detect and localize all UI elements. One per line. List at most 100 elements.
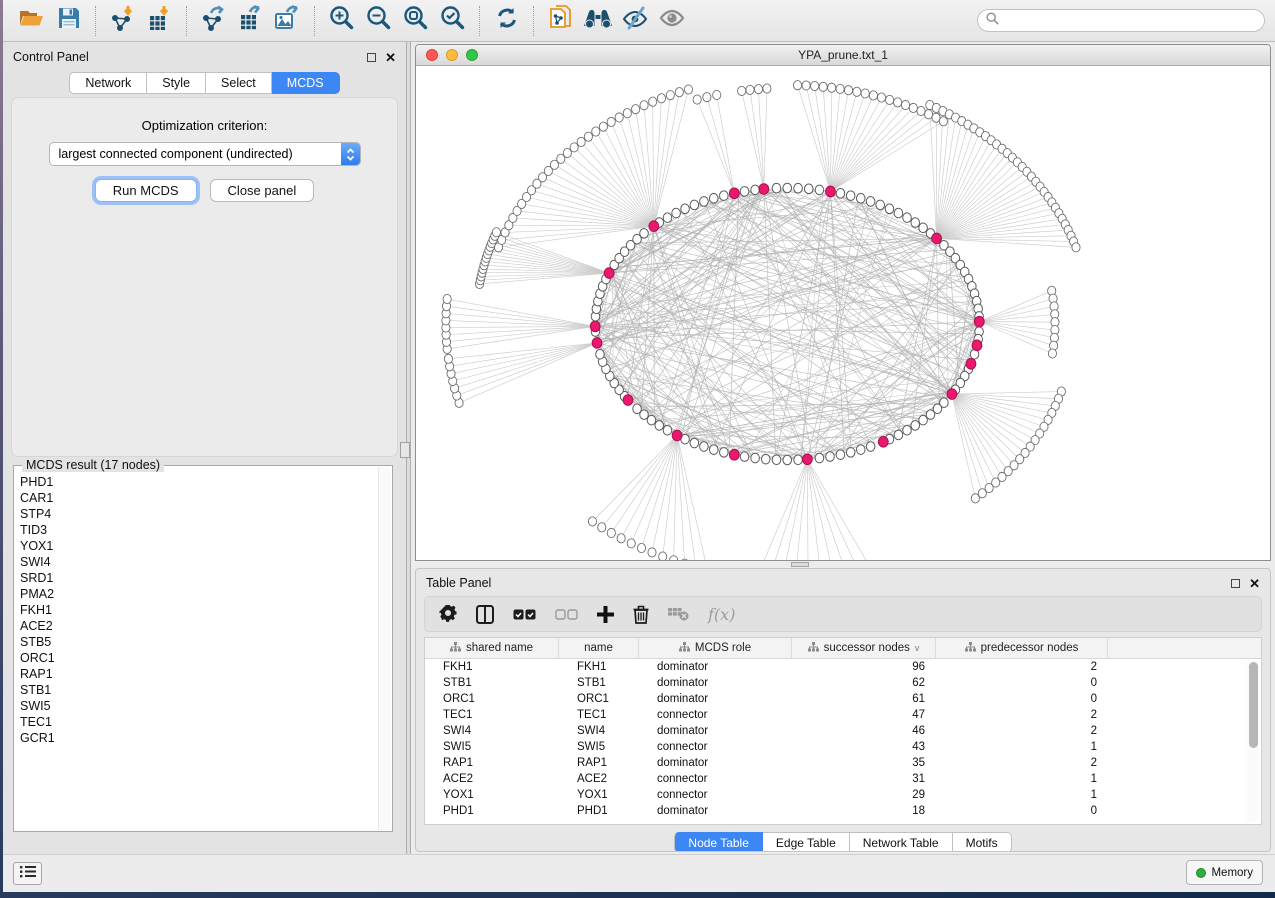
search-field[interactable] bbox=[977, 9, 1265, 32]
table-row[interactable]: ACE2ACE2connector311 bbox=[425, 771, 1261, 787]
vertical-splitter[interactable] bbox=[406, 42, 411, 854]
mcds-result-item[interactable]: TID3 bbox=[20, 522, 376, 538]
zoom-in-button[interactable] bbox=[323, 4, 360, 38]
table-row[interactable]: SWI4SWI4dominator462 bbox=[425, 723, 1261, 739]
run-mcds-button[interactable]: Run MCDS bbox=[95, 179, 197, 202]
import-network-button[interactable] bbox=[104, 4, 141, 38]
mcds-hub-node[interactable] bbox=[623, 395, 633, 406]
close-panel-icon[interactable]: ✕ bbox=[1249, 579, 1260, 588]
mcds-hub-node[interactable] bbox=[974, 316, 984, 327]
mcds-result-item[interactable]: STP4 bbox=[20, 506, 376, 522]
close-window-icon[interactable] bbox=[426, 49, 438, 61]
table-tab-edge-table[interactable]: Edge Table bbox=[763, 832, 850, 852]
search-input[interactable] bbox=[1004, 14, 1256, 28]
select-all-columns-icon[interactable] bbox=[513, 609, 536, 620]
splitter-grip[interactable] bbox=[791, 562, 809, 567]
table-row[interactable]: FKH1FKH1dominator962 bbox=[425, 659, 1261, 675]
mcds-hub-node[interactable] bbox=[759, 184, 769, 195]
mcds-hub-node[interactable] bbox=[729, 188, 739, 199]
refresh-button[interactable] bbox=[488, 4, 525, 38]
splitter-grip[interactable] bbox=[400, 442, 410, 458]
table-row[interactable]: TEC1TEC1connector472 bbox=[425, 707, 1261, 723]
tab-style[interactable]: Style bbox=[147, 72, 206, 94]
share-network-document-button[interactable] bbox=[542, 4, 579, 38]
export-table-button[interactable] bbox=[232, 4, 269, 38]
mcds-result-list[interactable]: PHD1CAR1STP4TID3YOX1SWI4SRD1PMA2FKH1ACE2… bbox=[20, 474, 376, 829]
column-header-predecessor-nodes[interactable]: predecessor nodes bbox=[936, 638, 1108, 658]
mcds-hub-node[interactable] bbox=[802, 454, 812, 465]
column-header-shared-name[interactable]: shared name bbox=[425, 638, 559, 658]
delete-column-icon[interactable] bbox=[633, 605, 649, 624]
mcds-result-item[interactable]: TEC1 bbox=[20, 714, 376, 730]
float-panel-icon[interactable] bbox=[1231, 579, 1240, 588]
mcds-result-item[interactable]: SWI4 bbox=[20, 554, 376, 570]
mcds-hub-node[interactable] bbox=[947, 389, 957, 400]
memory-button[interactable]: Memory bbox=[1186, 860, 1263, 885]
add-column-icon[interactable] bbox=[597, 606, 614, 623]
mcds-hub-node[interactable] bbox=[672, 430, 682, 441]
hide-selected-button[interactable] bbox=[616, 4, 653, 38]
mcds-result-item[interactable]: YOX1 bbox=[20, 538, 376, 554]
column-header-MCDS-role[interactable]: MCDS role bbox=[639, 638, 792, 658]
tab-select[interactable]: Select bbox=[206, 72, 272, 94]
network-canvas[interactable] bbox=[416, 66, 1270, 560]
save-session-button[interactable] bbox=[50, 4, 87, 38]
mcds-hub-node[interactable] bbox=[729, 449, 739, 460]
table-row[interactable]: STB1STB1dominator620 bbox=[425, 675, 1261, 691]
table-scrollbar[interactable] bbox=[1247, 660, 1259, 822]
table-row[interactable]: PHD1PHD1dominator180 bbox=[425, 803, 1261, 819]
close-panel-icon[interactable]: ✕ bbox=[385, 53, 396, 62]
mcds-result-item[interactable]: PMA2 bbox=[20, 586, 376, 602]
column-header-name[interactable]: name bbox=[559, 638, 639, 658]
table-row[interactable]: ORC1ORC1dominator610 bbox=[425, 691, 1261, 707]
table-scrollbar-thumb[interactable] bbox=[1249, 662, 1258, 748]
mcds-hub-node[interactable] bbox=[932, 233, 942, 244]
table-row[interactable]: YOX1YOX1connector291 bbox=[425, 787, 1261, 803]
export-network-button[interactable] bbox=[195, 4, 232, 38]
binoculars-button[interactable] bbox=[579, 4, 616, 38]
mcds-result-item[interactable]: ACE2 bbox=[20, 618, 376, 634]
mcds-result-item[interactable]: CAR1 bbox=[20, 490, 376, 506]
task-history-button[interactable] bbox=[13, 862, 42, 885]
mcds-hub-node[interactable] bbox=[878, 436, 888, 447]
zoom-selected-button[interactable] bbox=[434, 4, 471, 38]
mcds-hub-node[interactable] bbox=[826, 186, 836, 197]
horizontal-splitter[interactable] bbox=[411, 561, 1275, 568]
mcds-result-item[interactable]: STB1 bbox=[20, 682, 376, 698]
mcds-result-item[interactable]: STB5 bbox=[20, 634, 376, 650]
column-header-successor-nodes[interactable]: successor nodesv bbox=[792, 638, 936, 658]
mcds-result-scrollbar[interactable] bbox=[378, 467, 391, 830]
mcds-hub-node[interactable] bbox=[649, 221, 659, 232]
zoom-fit-button[interactable] bbox=[397, 4, 434, 38]
maximize-window-icon[interactable] bbox=[466, 49, 478, 61]
mcds-hub-node[interactable] bbox=[604, 268, 614, 279]
table-row[interactable]: RAP1RAP1dominator352 bbox=[425, 755, 1261, 771]
table-tab-motifs[interactable]: Motifs bbox=[953, 832, 1012, 852]
close-panel-button[interactable]: Close panel bbox=[210, 179, 315, 202]
optimization-criterion-select[interactable]: largest connected component (undirected) bbox=[49, 142, 361, 166]
mcds-hub-node[interactable] bbox=[972, 340, 982, 351]
minimize-window-icon[interactable] bbox=[446, 49, 458, 61]
table-tab-network-table[interactable]: Network Table bbox=[850, 832, 953, 852]
mcds-result-item[interactable]: GCR1 bbox=[20, 730, 376, 746]
table-tab-node-table[interactable]: Node Table bbox=[674, 832, 763, 852]
settings-gear-icon[interactable] bbox=[439, 605, 457, 623]
mcds-result-item[interactable]: SRD1 bbox=[20, 570, 376, 586]
import-table-button[interactable] bbox=[141, 4, 178, 38]
mcds-hub-node[interactable] bbox=[590, 321, 600, 332]
tab-network[interactable]: Network bbox=[69, 72, 147, 94]
unselect-all-columns-icon[interactable] bbox=[555, 609, 578, 620]
mcds-hub-node[interactable] bbox=[592, 338, 602, 349]
float-panel-icon[interactable] bbox=[367, 53, 376, 62]
table-row[interactable]: SWI5SWI5connector431 bbox=[425, 739, 1261, 755]
mcds-result-item[interactable]: RAP1 bbox=[20, 666, 376, 682]
network-window-titlebar[interactable]: YPA_prune.txt_1 bbox=[416, 45, 1270, 66]
mcds-result-item[interactable]: SWI5 bbox=[20, 698, 376, 714]
zoom-out-button[interactable] bbox=[360, 4, 397, 38]
open-session-button[interactable] bbox=[13, 4, 50, 38]
mcds-result-item[interactable]: FKH1 bbox=[20, 602, 376, 618]
mcds-hub-node[interactable] bbox=[966, 358, 976, 369]
mcds-result-item[interactable]: ORC1 bbox=[20, 650, 376, 666]
tab-mcds[interactable]: MCDS bbox=[272, 72, 340, 94]
show-all-button[interactable] bbox=[653, 4, 690, 38]
